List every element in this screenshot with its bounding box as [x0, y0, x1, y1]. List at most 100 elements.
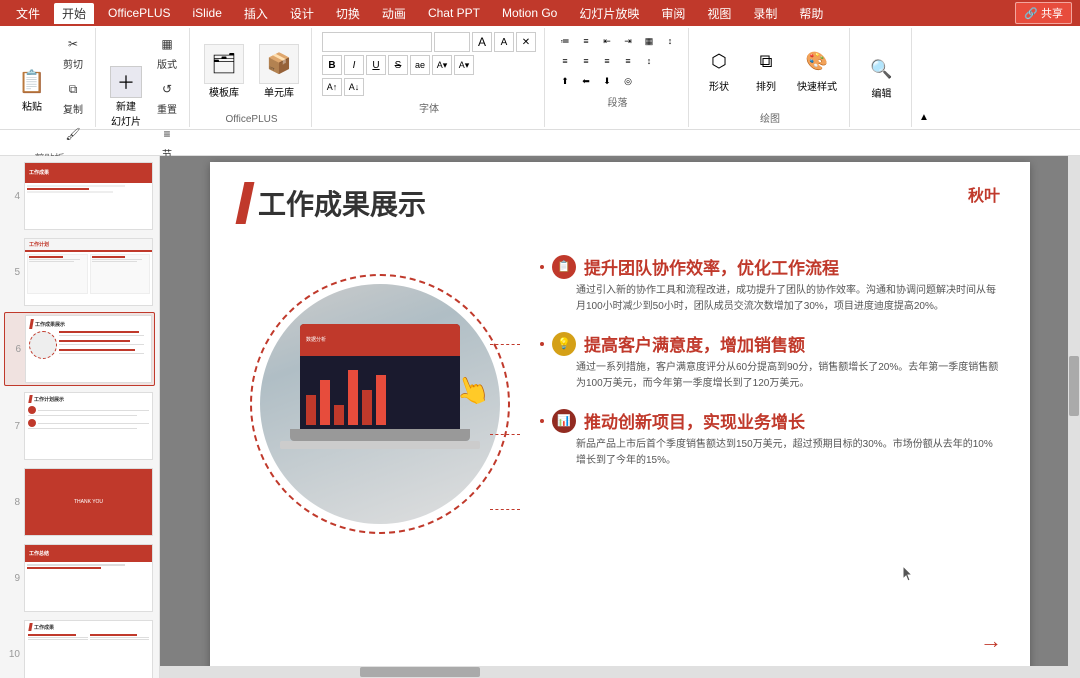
menu-start[interactable]: 开始: [54, 3, 94, 24]
text-dir-button[interactable]: ↕: [660, 32, 680, 50]
underline-button[interactable]: U: [366, 55, 386, 75]
format-painter-icon: 🖌: [61, 122, 85, 146]
cut-icon: ✂: [61, 32, 85, 56]
menu-chatppt[interactable]: Chat PPT: [420, 4, 488, 22]
content-item-2: 💡 提高客户满意度，增加销售额 通过一系列措施，客户满意度评分从60分提高到90…: [540, 331, 1000, 392]
italic-button[interactable]: I: [344, 55, 364, 75]
ribbon-collapse-button[interactable]: ▲: [916, 109, 932, 125]
format-painter-button[interactable]: 🖌: [57, 120, 89, 148]
item3-connector-dot: [540, 419, 544, 423]
title-bar-right: 🔗 共享: [1015, 2, 1072, 24]
increase-size-button[interactable]: A↑: [322, 78, 342, 96]
main-area: 4 工作成果 5 工作计: [0, 156, 1080, 678]
reset-icon: ↺: [155, 77, 179, 101]
unit-lib-button[interactable]: 📦 单元库: [253, 40, 305, 103]
menu-review[interactable]: 审阅: [653, 3, 693, 24]
menu-view[interactable]: 视图: [699, 3, 739, 24]
decrease-indent-button[interactable]: ⇤: [597, 32, 617, 50]
font-name-input[interactable]: [322, 32, 432, 52]
strikethrough-button[interactable]: S: [388, 55, 408, 75]
slide-preview-5: 工作计划: [24, 238, 153, 306]
slide-thumb-5[interactable]: 5 工作计划: [4, 236, 155, 308]
font-color-button[interactable]: A▾: [432, 55, 452, 75]
item3-header: 📊 推动创新项目，实现业务增长: [540, 408, 1000, 433]
valign-bot-button[interactable]: ⬇: [597, 72, 617, 90]
slide-thumb-9[interactable]: 9 工作总结: [4, 542, 155, 614]
ribbon-collapse-area: ▲: [914, 28, 934, 127]
slide-preview-8: THANK YOU: [24, 468, 153, 536]
slide-thumb-4[interactable]: 4 工作成果: [4, 160, 155, 232]
font-grow-button[interactable]: A: [472, 32, 492, 52]
quick-style-button[interactable]: 🎨 快速样式: [791, 42, 843, 97]
menu-islide[interactable]: iSlide: [185, 4, 230, 22]
valign-top-button[interactable]: ⬆: [555, 72, 575, 90]
cut-button[interactable]: ✂ 剪切: [57, 30, 89, 73]
share-button[interactable]: 🔗 共享: [1015, 2, 1072, 24]
col-layout-button[interactable]: ▦: [639, 32, 659, 50]
new-slide-icon: ＋: [110, 66, 142, 98]
shape-button[interactable]: ⬡ 形状: [697, 42, 741, 97]
layout-icon: ▦: [155, 32, 179, 56]
arrange-button[interactable]: ⧉ 排列: [744, 42, 788, 97]
shadow-button[interactable]: ae: [410, 55, 430, 75]
paste-button[interactable]: 📋 粘贴: [10, 62, 54, 117]
menu-file[interactable]: 文件: [8, 3, 48, 24]
bullet-list-button[interactable]: ≔: [555, 32, 575, 50]
unit-lib-icon: 📦: [259, 44, 299, 84]
layout-button[interactable]: ▦ 版式: [151, 30, 183, 73]
item1-header: 📋 提升团队协作效率，优化工作流程: [540, 254, 1000, 279]
section-icon: ≡: [155, 122, 179, 146]
slide-thumb-8[interactable]: 8 THANK YOU: [4, 466, 155, 538]
connector-line-1: [490, 344, 520, 345]
vertical-scrollbar[interactable]: [1068, 156, 1080, 678]
decrease-size-button[interactable]: A↓: [344, 78, 364, 96]
menu-help[interactable]: 帮助: [791, 3, 831, 24]
menu-slideshow[interactable]: 幻灯片放映: [571, 3, 647, 24]
justify-button[interactable]: ≡: [618, 52, 638, 70]
template-lib-button[interactable]: 🗂 模板库: [198, 40, 250, 103]
smartart-button[interactable]: ◎: [618, 72, 638, 90]
font-size-input[interactable]: 14: [434, 32, 470, 52]
increase-indent-button[interactable]: ⇥: [618, 32, 638, 50]
menu-motiongo[interactable]: Motion Go: [494, 4, 565, 22]
valign-mid-button[interactable]: ⬅: [576, 72, 596, 90]
laptop-circle-bg: 数据分析: [260, 284, 500, 524]
menu-record[interactable]: 录制: [745, 3, 785, 24]
line-spacing-button[interactable]: ↕: [639, 52, 659, 70]
menu-transition[interactable]: 切换: [328, 3, 368, 24]
font-shrink-button[interactable]: A: [494, 32, 514, 52]
menu-officeplus[interactable]: OfficePLUS: [100, 4, 178, 22]
slide-panel: 4 工作成果 5 工作计: [0, 156, 160, 678]
copy-button[interactable]: ⧉ 复制: [57, 75, 89, 118]
horizontal-scrollbar[interactable]: [160, 666, 1068, 678]
ribbon-group-paragraph: ≔ ≡ ⇤ ⇥ ▦ ↕ ≡ ≡ ≡ ≡ ↕ ⬆ ⬅ ⬇: [547, 28, 689, 127]
copy-icon: ⧉: [61, 77, 85, 101]
ribbon-group-slide: ＋ 新建幻灯片 ▦ 版式 ↺ 重置 ≡ 节: [98, 28, 190, 127]
content-item-3: 📊 推动创新项目，实现业务增长 新品产品上市后首个季度销售额达到150万美元，超…: [540, 408, 1000, 469]
align-left-button[interactable]: ≡: [555, 52, 575, 70]
menu-insert[interactable]: 插入: [236, 3, 276, 24]
align-center-button[interactable]: ≡: [576, 52, 596, 70]
reset-button[interactable]: ↺ 重置: [151, 75, 183, 118]
new-slide-button[interactable]: ＋ 新建幻灯片: [104, 62, 148, 132]
bold-button[interactable]: B: [322, 55, 342, 75]
menu-design[interactable]: 设计: [282, 3, 322, 24]
laptop-base: [290, 429, 470, 441]
item2-connector-dot: [540, 342, 544, 346]
slide-thumb-7[interactable]: 7 工作计划展示: [4, 390, 155, 462]
slide-thumb-10[interactable]: 10 工作成果: [4, 618, 155, 678]
item1-text: 通过引入新的协作工具和流程改进，成功提升了团队的协作效率。沟通和协调问题解决时间…: [540, 283, 1000, 315]
slide-body: 数据分析: [210, 234, 1030, 654]
item2-dot: 💡: [552, 332, 576, 356]
brand-logo: 秋叶: [968, 182, 1000, 206]
edit-button[interactable]: 🔍 编辑: [860, 49, 904, 104]
menu-animation[interactable]: 动画: [374, 3, 414, 24]
number-list-button[interactable]: ≡: [576, 32, 596, 50]
highlight-button[interactable]: A▾: [454, 55, 474, 75]
clear-format-button[interactable]: ✕: [516, 32, 536, 52]
paste-icon: 📋: [16, 66, 48, 98]
font-group-label: 字体: [419, 100, 439, 115]
canvas-area: 秋叶 工作成果展示: [160, 156, 1080, 678]
slide-thumb-6[interactable]: 6 工作成果展示: [4, 312, 155, 386]
align-right-button[interactable]: ≡: [597, 52, 617, 70]
